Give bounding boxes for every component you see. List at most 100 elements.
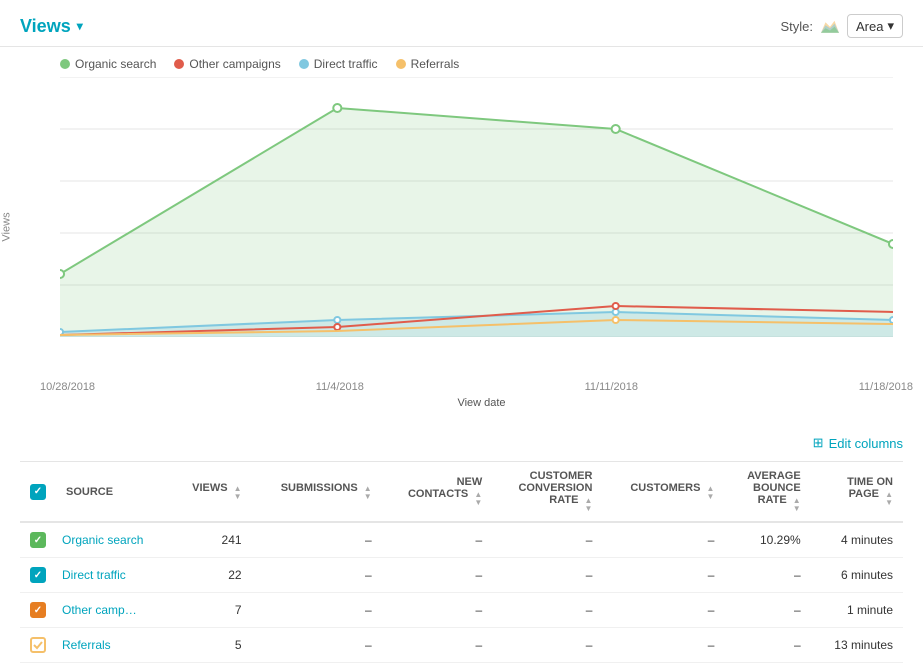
y-axis-label: Views	[1, 212, 13, 241]
x-label-3: 11/18/2018	[859, 381, 913, 393]
time-direct: 6 minutes	[811, 558, 903, 593]
bounce-referrals: –	[724, 628, 810, 663]
area-button[interactable]: Area ▾	[847, 14, 903, 38]
direct-dot	[299, 59, 309, 69]
main-chart-svg: 125 100 75 50 25 0	[60, 77, 893, 337]
x-label-1: 11/4/2018	[316, 381, 364, 393]
col-submissions[interactable]: SUBMISSIONS ▲▼	[252, 462, 382, 523]
source-organic[interactable]: Organic search	[56, 522, 170, 558]
select-all-checkbox[interactable]: ✓	[30, 484, 46, 500]
col-views[interactable]: VIEWS ▲▼	[170, 462, 251, 523]
new-contacts-referrals: –	[382, 628, 493, 663]
ccr-referrals: –	[492, 628, 602, 663]
customers-direct: –	[602, 558, 724, 593]
table-section: ⊞ Edit columns ✓ SOURCE VIEWS ▲▼	[0, 429, 923, 663]
row-checkbox-direct[interactable]: ✓	[20, 558, 56, 593]
col-customers[interactable]: CUSTOMERS ▲▼	[602, 462, 724, 523]
time-organic: 4 minutes	[811, 522, 903, 558]
views-direct: 22	[170, 558, 251, 593]
referrals-checkbox[interactable]	[30, 637, 46, 653]
row-checkbox-other[interactable]: ✓	[20, 593, 56, 628]
table-row: ✓ Organic search 241 – – – – 10.29% 4 mi…	[20, 522, 903, 558]
views-other: 7	[170, 593, 251, 628]
new-contacts-sort: ▲▼	[474, 491, 482, 507]
col-time-on-page[interactable]: TIME ONPAGE ▲▼	[811, 462, 903, 523]
table-row: ✓ Other camp… 7 – – – – – 1 minute	[20, 593, 903, 628]
source-direct[interactable]: Direct traffic	[56, 558, 170, 593]
referrals-label: Referrals	[411, 57, 460, 71]
chart-inner: Views 125 100 75 50 25 0	[20, 77, 903, 377]
bounce-direct: –	[724, 558, 810, 593]
new-contacts-direct: –	[382, 558, 493, 593]
customers-sort: ▲▼	[706, 485, 714, 501]
time-other: 1 minute	[811, 593, 903, 628]
data-table: ✓ SOURCE VIEWS ▲▼ SUBMISSIONS ▲▼	[20, 461, 903, 663]
chart-svg: 125 100 75 50 25 0	[60, 77, 893, 377]
area-caret: ▾	[887, 18, 894, 34]
col-source: SOURCE	[56, 462, 170, 523]
other-campaigns-dot	[174, 59, 184, 69]
ccr-direct: –	[492, 558, 602, 593]
bounce-sort: ▲▼	[793, 497, 801, 513]
col-bounce-rate[interactable]: AVERAGEBOUNCERATE ▲▼	[724, 462, 810, 523]
x-axis: 10/28/2018 11/4/2018 11/11/2018 11/18/20…	[40, 377, 913, 393]
views-caret: ▾	[77, 19, 83, 33]
col-new-contacts[interactable]: NEWCONTACTS ▲▼	[382, 462, 493, 523]
ccr-sort: ▲▼	[584, 497, 592, 513]
legend-referrals[interactable]: Referrals	[396, 57, 460, 71]
customers-organic: –	[602, 522, 724, 558]
table-row: ✓ Direct traffic 22 – – – – – 6 minutes	[20, 558, 903, 593]
submissions-sort: ▲▼	[364, 485, 372, 501]
x-label-2: 11/11/2018	[585, 381, 638, 393]
organic-label: Organic search	[75, 57, 156, 71]
x-axis-title: View date	[40, 397, 923, 409]
col-ccr[interactable]: CUSTOMERCONVERSIONRATE ▲▼	[492, 462, 602, 523]
legend-direct[interactable]: Direct traffic	[299, 57, 378, 71]
legend-organic[interactable]: Organic search	[60, 57, 156, 71]
time-sort: ▲▼	[885, 491, 893, 507]
bounce-other: –	[724, 593, 810, 628]
new-contacts-other: –	[382, 593, 493, 628]
bounce-organic: 10.29%	[724, 522, 810, 558]
edit-columns-bar: ⊞ Edit columns	[20, 429, 903, 457]
chart-legend: Organic search Other campaigns Direct tr…	[0, 47, 923, 77]
submissions-organic: –	[252, 522, 382, 558]
new-contacts-organic: –	[382, 522, 493, 558]
other-campaigns-label: Other campaigns	[189, 57, 280, 71]
table-row: Referrals 5 – – – – – 13 minutes	[20, 628, 903, 663]
submissions-referrals: –	[252, 628, 382, 663]
customers-other: –	[602, 593, 724, 628]
ccr-other: –	[492, 593, 602, 628]
chart-container: Views 125 100 75 50 25 0	[0, 77, 923, 377]
edit-columns-icon: ⊞	[813, 435, 824, 451]
row-checkbox-organic[interactable]: ✓	[20, 522, 56, 558]
direct-label: Direct traffic	[314, 57, 378, 71]
views-sort: ▲▼	[234, 485, 242, 501]
edit-columns-button[interactable]: ⊞ Edit columns	[813, 435, 903, 451]
legend-other-campaigns[interactable]: Other campaigns	[174, 57, 280, 71]
style-label: Style:	[780, 19, 813, 34]
area-label: Area	[856, 19, 883, 34]
referrals-dot	[396, 59, 406, 69]
source-referrals[interactable]: Referrals	[56, 628, 170, 663]
table-header-row: ✓ SOURCE VIEWS ▲▼ SUBMISSIONS ▲▼	[20, 462, 903, 523]
views-title[interactable]: Views ▾	[20, 16, 83, 37]
header-checkbox-col: ✓	[20, 462, 56, 523]
views-organic: 241	[170, 522, 251, 558]
row-checkbox-referrals[interactable]	[20, 628, 56, 663]
views-label: Views	[20, 16, 71, 37]
referrals-check-icon	[33, 640, 43, 650]
area-style-icon	[821, 19, 839, 33]
customers-referrals: –	[602, 628, 724, 663]
submissions-direct: –	[252, 558, 382, 593]
source-other[interactable]: Other camp…	[56, 593, 170, 628]
organic-dot	[60, 59, 70, 69]
top-bar: Views ▾ Style: Area ▾	[0, 0, 923, 47]
edit-columns-label: Edit columns	[829, 436, 903, 451]
x-label-0: 10/28/2018	[40, 381, 95, 393]
style-area: Style: Area ▾	[780, 14, 903, 38]
submissions-other: –	[252, 593, 382, 628]
time-referrals: 13 minutes	[811, 628, 903, 663]
ccr-organic: –	[492, 522, 602, 558]
views-referrals: 5	[170, 628, 251, 663]
